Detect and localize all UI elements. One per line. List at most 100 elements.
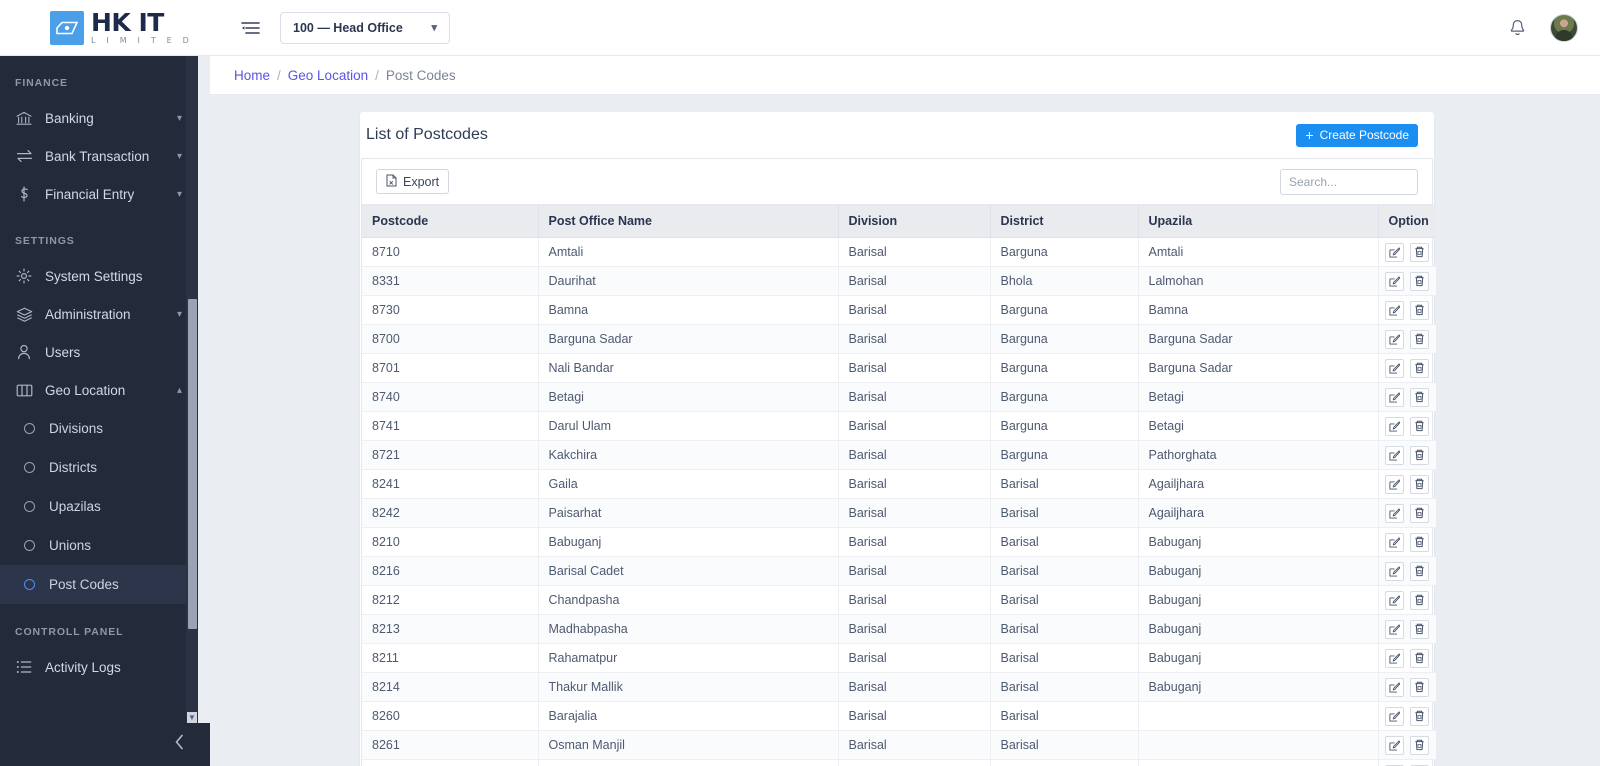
transfer-icon (15, 149, 33, 163)
table-row: 8741 Darul Ulam Barisal Barguna Betagi (362, 411, 1436, 441)
breadcrumb-item-home[interactable]: Home (234, 68, 270, 83)
cell-district: Bhola (990, 266, 1139, 296)
delete-icon[interactable] (1409, 242, 1429, 262)
edit-icon[interactable] (1384, 358, 1404, 378)
edit-icon[interactable] (1384, 300, 1404, 320)
sidebar-collapse-button[interactable] (0, 723, 210, 766)
cell-division: Barisal (838, 382, 991, 412)
delete-icon[interactable] (1409, 619, 1429, 639)
cell-postcode: 8214 (362, 672, 539, 702)
edit-icon[interactable] (1384, 532, 1404, 552)
delete-icon[interactable] (1409, 416, 1429, 436)
sidebar-item-activity-logs[interactable]: Activity Logs (0, 648, 198, 686)
cell-post-office-name: Osman Manjil (538, 730, 839, 760)
table-row: 8212 Chandpasha Barisal Barisal Babuganj (362, 585, 1436, 615)
edit-icon[interactable] (1384, 590, 1404, 610)
sidebar-item-administration[interactable]: Administration ▾ (0, 295, 198, 333)
table-row: 8216 Barisal Cadet Barisal Barisal Babuganj (362, 556, 1436, 586)
edit-icon[interactable] (1384, 271, 1404, 291)
delete-icon[interactable] (1409, 387, 1429, 407)
sidebar-item-label: Banking (45, 110, 94, 126)
edit-icon[interactable] (1384, 503, 1404, 523)
delete-icon[interactable] (1409, 561, 1429, 581)
edit-icon[interactable] (1384, 619, 1404, 639)
edit-icon[interactable] (1384, 242, 1404, 262)
scroll-down-icon[interactable]: ▼ (187, 712, 197, 723)
cell-upazila: Bamna (1138, 295, 1379, 325)
sidebar-scrollbar[interactable]: ▲ ▼ (186, 41, 198, 723)
cell-district: Barisal (990, 614, 1139, 644)
delete-icon[interactable] (1409, 532, 1429, 552)
cell-upazila: Babuganj (1138, 556, 1379, 586)
sidebar-item-unions[interactable]: Unions (0, 526, 198, 565)
sidebar-item-upazilas[interactable]: Upazilas (0, 487, 198, 526)
app-logo[interactable]: HK IT L I M I T E D (0, 0, 210, 56)
cell-upazila: Barguna Sadar (1138, 353, 1379, 383)
cell-post-office-name: Barisal Sadar (538, 759, 839, 766)
edit-icon[interactable] (1384, 677, 1404, 697)
radio-dot-icon (24, 462, 35, 473)
table-row: 8700 Barguna Sadar Barisal Barguna Barguna S… (362, 324, 1436, 354)
edit-icon[interactable] (1384, 735, 1404, 755)
cell-upazila: Betagi (1138, 411, 1379, 441)
delete-icon[interactable] (1409, 445, 1429, 465)
edit-icon[interactable] (1384, 387, 1404, 407)
cell-post-office-name: Bamna (538, 295, 839, 325)
edit-icon[interactable] (1384, 416, 1404, 436)
sidebar-item-label: Financial Entry (45, 186, 135, 202)
edit-icon[interactable] (1384, 445, 1404, 465)
chevron-down-icon: ▾ (176, 308, 182, 320)
menu-collapse-icon[interactable] (237, 15, 263, 41)
export-button[interactable]: Export (376, 169, 450, 194)
sidebar: Payroll FINANCE Banking ▾ Bank Transacti… (0, 41, 198, 766)
sidebar-scrollbar-thumb[interactable] (188, 299, 197, 629)
sidebar-section-finance: FINANCE (15, 77, 68, 89)
edit-icon[interactable] (1384, 561, 1404, 581)
breadcrumb-item-geo-location[interactable]: Geo Location (288, 68, 368, 83)
delete-icon[interactable] (1409, 300, 1429, 320)
delete-icon[interactable] (1409, 590, 1429, 610)
sidebar-item-divisions[interactable]: Divisions (0, 409, 198, 448)
cell-postcode: 8211 (362, 643, 539, 673)
delete-icon[interactable] (1409, 329, 1429, 349)
delete-icon[interactable] (1409, 271, 1429, 291)
edit-icon[interactable] (1384, 474, 1404, 494)
cell-district: Barisal (990, 498, 1139, 528)
sidebar-item-districts[interactable]: Districts (0, 448, 198, 487)
delete-icon[interactable] (1409, 474, 1429, 494)
edit-icon[interactable] (1384, 706, 1404, 726)
bell-icon[interactable] (1504, 15, 1530, 41)
edit-icon[interactable] (1384, 648, 1404, 668)
branch-select[interactable]: 100 — Head Office ▾ (280, 11, 450, 44)
breadcrumb-item-post-codes: Post Codes (385, 67, 456, 83)
cell-option (1378, 585, 1436, 615)
sidebar-item-post-codes[interactable]: Post Codes (0, 565, 198, 604)
logo-name: HK IT (91, 8, 164, 37)
delete-icon[interactable] (1409, 706, 1429, 726)
main-content: Home / Geo Location / Post Codes List of… (210, 56, 1600, 766)
sidebar-item-financial-entry[interactable]: Financial Entry ▾ (0, 175, 198, 213)
sidebar-item-geo-location[interactable]: Geo Location ▴ (0, 371, 198, 409)
sidebar-item-users[interactable]: Users (0, 333, 198, 371)
row-actions (1384, 677, 1431, 697)
cell-district: Barguna (990, 440, 1139, 470)
sidebar-subitem-label: Districts (49, 460, 97, 475)
delete-icon[interactable] (1409, 648, 1429, 668)
cell-upazila (1138, 701, 1379, 731)
cell-division: Barisal (838, 266, 991, 296)
delete-icon[interactable] (1409, 735, 1429, 755)
sidebar-item-system-settings[interactable]: System Settings (0, 257, 198, 295)
create-postcode-button[interactable]: + Create Postcode (1296, 123, 1418, 147)
sidebar-subitem-label: Divisions (49, 421, 104, 436)
avatar[interactable] (1550, 13, 1578, 42)
radio-dot-icon (24, 540, 35, 551)
delete-icon[interactable] (1409, 503, 1429, 523)
search-input[interactable] (1280, 168, 1418, 195)
cell-division: Barisal (838, 527, 991, 557)
sidebar-item-banking[interactable]: Banking ▾ (0, 99, 198, 137)
sidebar-item-bank-transaction[interactable]: Bank Transaction ▾ (0, 137, 198, 175)
delete-icon[interactable] (1409, 677, 1429, 697)
edit-icon[interactable] (1384, 329, 1404, 349)
cell-post-office-name: Nali Bandar (538, 353, 839, 383)
delete-icon[interactable] (1409, 358, 1429, 378)
